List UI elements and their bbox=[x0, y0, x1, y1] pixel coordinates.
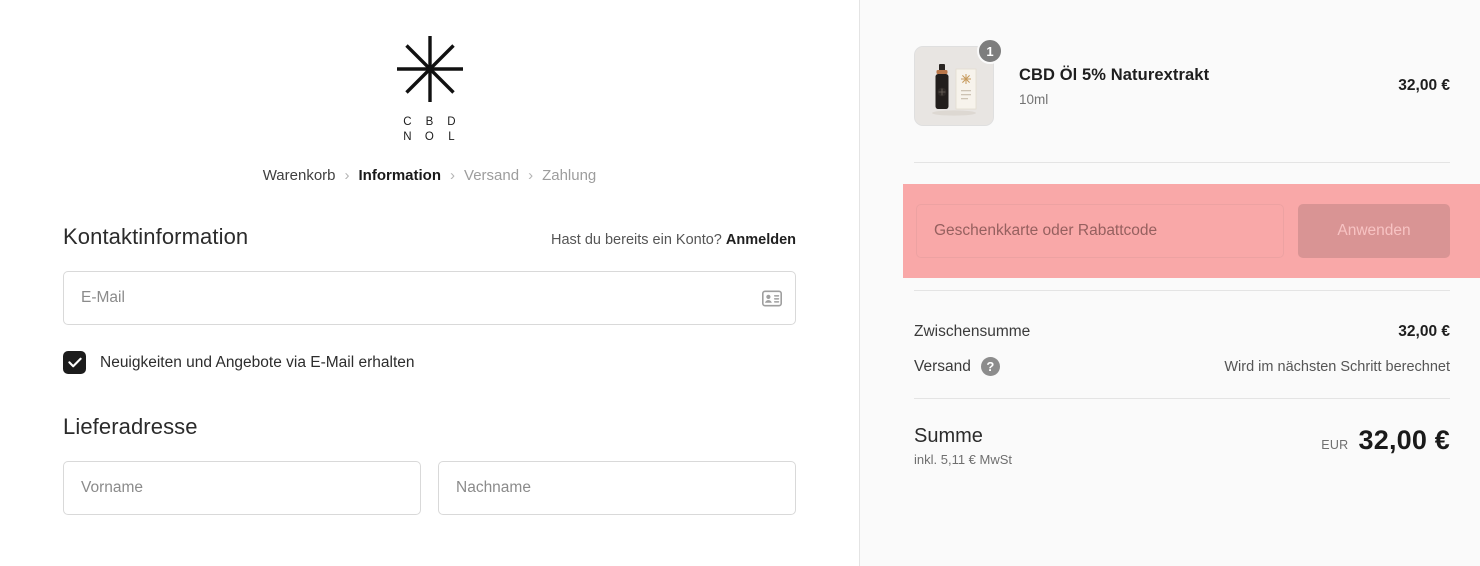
line-item-details: CBD Öl 5% Naturextrakt 10ml bbox=[994, 66, 1398, 107]
totals-section: Zwischensumme 32,00 € Versand ? Wird im … bbox=[914, 291, 1450, 384]
subtotal-label: Zwischensumme bbox=[914, 323, 1031, 340]
wordmark-letter: D bbox=[447, 116, 456, 128]
shipping-address-section-header: Lieferadresse bbox=[63, 414, 796, 440]
grand-total-label-wrap: Summe inkl. 5,11 € MwSt bbox=[914, 425, 1012, 467]
discount-section: Anwenden bbox=[903, 184, 1480, 278]
login-link[interactable]: Anmelden bbox=[726, 232, 796, 248]
shipping-row: Versand ? Wird im nächsten Schritt berec… bbox=[914, 349, 1450, 384]
asterisk-star-icon bbox=[395, 34, 465, 104]
first-name-input[interactable] bbox=[64, 462, 420, 514]
line-item-price: 32,00 € bbox=[1398, 77, 1450, 94]
newsletter-checkbox-row[interactable]: Neuigkeiten und Angebote via E-Mail erha… bbox=[63, 351, 796, 374]
newsletter-checkbox[interactable] bbox=[63, 351, 86, 374]
checkout-page: C B D N O L Warenkorb › Information › Ve… bbox=[0, 0, 1480, 566]
email-field[interactable] bbox=[63, 271, 796, 325]
chevron-right-icon: › bbox=[344, 167, 350, 184]
discount-code-field[interactable] bbox=[916, 204, 1284, 258]
email-input[interactable] bbox=[64, 272, 795, 324]
quantity-badge: 1 bbox=[977, 38, 1003, 64]
name-fields-row bbox=[63, 461, 796, 515]
grand-total-amount: 32,00 € bbox=[1358, 425, 1450, 455]
grand-total-amount-wrap: EUR 32,00 € bbox=[1321, 425, 1450, 456]
brand-wordmark: C B D N O L bbox=[397, 115, 463, 145]
contact-section-header: Kontaktinformation Hast du bereits ein K… bbox=[63, 224, 796, 250]
shipping-label-wrap: Versand ? bbox=[914, 357, 1000, 376]
wordmark-letter: N bbox=[403, 131, 412, 143]
first-name-field[interactable] bbox=[63, 461, 421, 515]
breadcrumb-item-versand: Versand bbox=[464, 167, 520, 184]
breadcrumb-item-warenkorb[interactable]: Warenkorb bbox=[263, 167, 336, 184]
contact-card-icon[interactable] bbox=[761, 288, 782, 309]
subtotal-row: Zwischensumme 32,00 € bbox=[914, 315, 1450, 349]
grand-total-row: Summe inkl. 5,11 € MwSt EUR 32,00 € bbox=[914, 399, 1450, 467]
question-mark-icon[interactable]: ? bbox=[980, 357, 1000, 376]
shipping-address-title: Lieferadresse bbox=[63, 414, 198, 439]
account-prompt-text: Hast du bereits ein Konto? bbox=[550, 232, 722, 248]
account-prompt: Hast du bereits ein Konto? Anmelden bbox=[551, 232, 796, 248]
chevron-right-icon: › bbox=[450, 167, 456, 184]
shipping-value: Wird im nächsten Schritt berechnet bbox=[1224, 358, 1450, 375]
newsletter-label: Neuigkeiten und Angebote via E-Mail erha… bbox=[100, 353, 415, 371]
breadcrumb: Warenkorb › Information › Versand › Zahl… bbox=[63, 167, 796, 184]
last-name-input[interactable] bbox=[439, 462, 795, 514]
wordmark-letter: C bbox=[403, 116, 412, 128]
grand-total-label: Summe bbox=[914, 425, 983, 447]
line-item: 1 CBD Öl 5% Naturextrakt 10ml 32,00 € bbox=[914, 0, 1450, 126]
subtotal-value: 32,00 € bbox=[1398, 323, 1450, 340]
checkout-main-column: C B D N O L Warenkorb › Information › Ve… bbox=[0, 0, 859, 566]
contact-section-title: Kontaktinformation bbox=[63, 224, 249, 249]
breadcrumb-item-information[interactable]: Information bbox=[359, 167, 442, 184]
wordmark-letter: O bbox=[424, 131, 435, 143]
brand-logo[interactable]: C B D N O L bbox=[63, 34, 796, 145]
shipping-label: Versand bbox=[914, 357, 971, 375]
grand-total-currency: EUR bbox=[1321, 438, 1349, 452]
apply-discount-button[interactable]: Anwenden bbox=[1298, 204, 1450, 258]
last-name-field[interactable] bbox=[438, 461, 796, 515]
grand-total-tax-note: inkl. 5,11 € MwSt bbox=[914, 452, 1013, 467]
order-summary-column: 1 CBD Öl 5% Naturextrakt 10ml 32,00 € An… bbox=[859, 0, 1480, 566]
chevron-right-icon: › bbox=[528, 167, 534, 184]
line-item-thumbnail-wrap: 1 bbox=[914, 38, 1003, 126]
discount-code-input[interactable] bbox=[917, 205, 1283, 257]
wordmark-letter: B bbox=[425, 116, 434, 128]
breadcrumb-item-zahlung: Zahlung bbox=[542, 167, 597, 184]
line-item-variant: 10ml bbox=[1019, 91, 1049, 107]
line-item-title: CBD Öl 5% Naturextrakt bbox=[1019, 65, 1210, 84]
wordmark-letter: L bbox=[448, 131, 455, 143]
